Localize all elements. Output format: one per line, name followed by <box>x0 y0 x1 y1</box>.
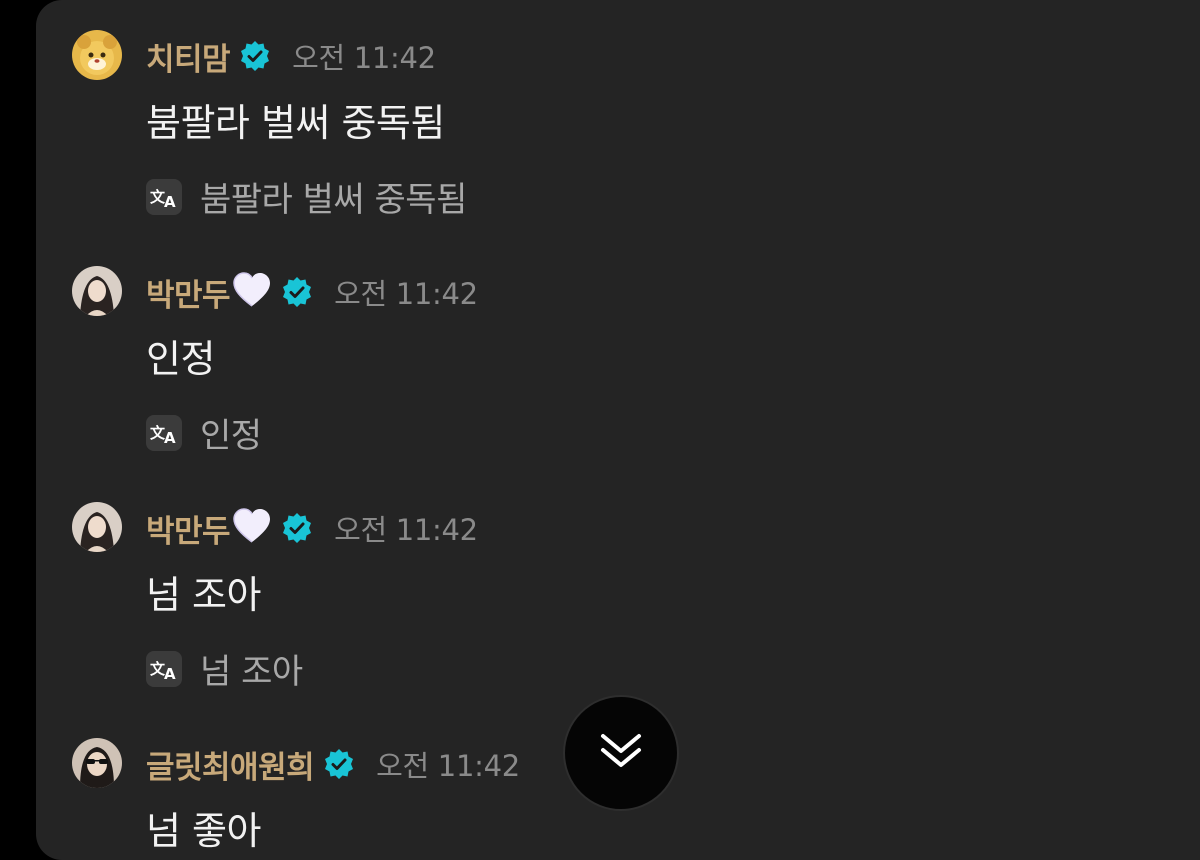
nickname[interactable]: 박만두 <box>146 506 231 551</box>
svg-text:A: A <box>164 665 176 681</box>
verified-badge-icon <box>280 275 314 309</box>
message-header: 박만두 오전 11:42 <box>146 270 478 314</box>
translation-text: 인정 <box>200 416 262 456</box>
translate-icon[interactable]: 文 A <box>146 414 182 451</box>
nickname[interactable]: 치티맘 <box>146 34 231 79</box>
verified-badge-icon <box>322 747 356 781</box>
translate-icon[interactable]: 文 A <box>146 178 182 215</box>
scroll-to-bottom-button[interactable] <box>563 695 679 811</box>
message-text: 넘 좋아 <box>146 809 261 853</box>
translation-row[interactable]: 文 A 넘 조아 <box>146 644 303 693</box>
profile-photo-avatar[interactable] <box>72 502 122 552</box>
white-heart-icon <box>232 272 272 312</box>
message-time: 오전 11:42 <box>292 41 436 75</box>
profile-photo-avatar[interactable] <box>72 266 122 316</box>
white-heart-icon <box>232 508 272 548</box>
message-text: 넘 조아 <box>146 573 261 617</box>
translate-icon[interactable]: 文 A <box>146 650 182 687</box>
nickname[interactable]: 글릿최애원희 <box>146 742 315 787</box>
message-header: 글릿최애원희 오전 11:42 <box>146 742 520 786</box>
sunglasses-photo-avatar[interactable] <box>72 738 122 788</box>
message-time: 오전 11:42 <box>376 749 520 783</box>
verified-badge-icon <box>280 511 314 545</box>
tiger-character-avatar[interactable] <box>72 30 122 80</box>
message-header: 박만두 오전 11:42 <box>146 506 478 550</box>
translation-text: 넘 조아 <box>200 652 303 692</box>
message-text: 붐팔라 벌써 중독됨 <box>146 101 445 145</box>
message-header: 치티맘 오전 11:42 <box>146 34 436 78</box>
svg-text:A: A <box>164 429 176 445</box>
double-chevron-down-icon <box>599 731 643 775</box>
translation-text: 붐팔라 벌써 중독됨 <box>200 180 467 220</box>
message-time: 오전 11:42 <box>334 277 478 311</box>
message-time: 오전 11:42 <box>334 513 478 547</box>
message-text: 인정 <box>146 337 215 381</box>
translation-row[interactable]: 文 A 인정 <box>146 408 262 457</box>
translation-row[interactable]: 文 A 붐팔라 벌써 중독됨 <box>146 172 467 221</box>
verified-badge-icon <box>238 39 272 73</box>
nickname[interactable]: 박만두 <box>146 270 231 315</box>
svg-text:A: A <box>164 193 176 209</box>
